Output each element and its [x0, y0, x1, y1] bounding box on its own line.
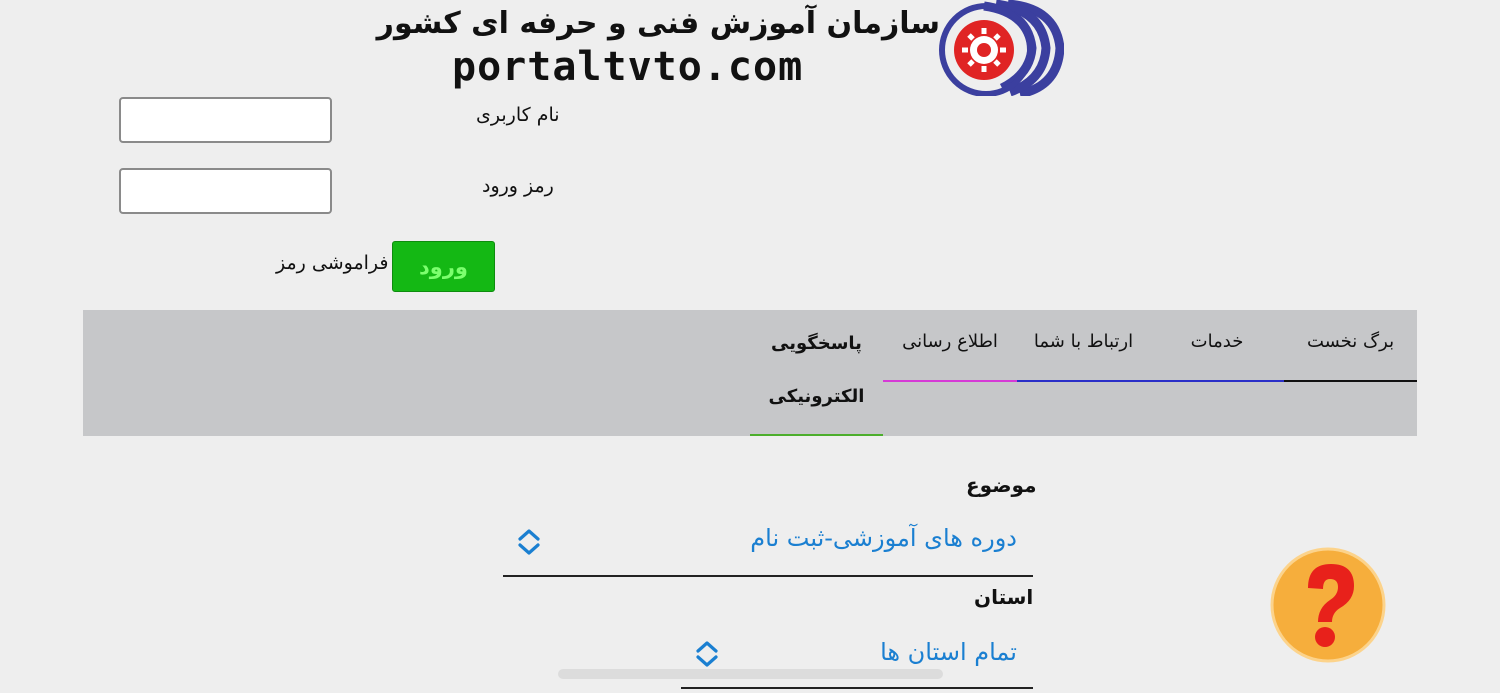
login-button[interactable]: ورود — [392, 241, 495, 292]
password-input[interactable] — [119, 168, 332, 214]
nav-item-news[interactable]: اطلاع رسانی — [883, 310, 1017, 382]
province-selected-value: تمام استان ها — [880, 638, 1017, 666]
subject-label: موضوع — [966, 473, 1037, 497]
nav-item-label: برگ نخست — [1306, 331, 1395, 352]
chevron-updown-icon — [696, 641, 718, 667]
password-label: رمز ورود — [482, 175, 554, 197]
subject-select[interactable]: دوره های آموزشی-ثبت نام — [503, 518, 1033, 578]
nav-item-e-support[interactable]: پاسخگویی الکترونیکی — [750, 310, 883, 436]
nav-item-services[interactable]: خدمات — [1150, 310, 1284, 382]
province-label: استان — [974, 585, 1034, 609]
chevron-updown-icon — [518, 529, 540, 555]
province-underline — [681, 687, 1033, 689]
nav-item-label: پاسخگویی الکترونیکی — [768, 333, 865, 407]
username-label: نام کاربری — [476, 104, 560, 126]
site-url: portaltvto.com — [452, 44, 804, 90]
org-name: سازمان آموزش فنی و حرفه ای کشور — [376, 6, 940, 41]
forgot-password-link[interactable]: فراموشی رمز — [276, 252, 388, 274]
nav-item-label: ارتباط با شما — [1033, 331, 1134, 352]
username-input[interactable] — [119, 97, 332, 143]
nav-item-label: اطلاع رسانی — [902, 331, 998, 352]
subject-underline — [503, 575, 1033, 577]
question-mark-icon[interactable] — [1268, 546, 1388, 664]
nav-item-home[interactable]: برگ نخست — [1284, 310, 1417, 382]
nav-item-label: خدمات — [1190, 331, 1244, 352]
nav-item-contact[interactable]: ارتباط با شما — [1017, 310, 1150, 382]
province-select[interactable]: تمام استان ها — [681, 630, 1033, 690]
subject-selected-value: دوره های آموزشی-ثبت نام — [750, 524, 1017, 552]
tvto-gear-logo-icon — [939, 0, 1064, 96]
horizontal-scrollbar[interactable] — [558, 669, 943, 679]
